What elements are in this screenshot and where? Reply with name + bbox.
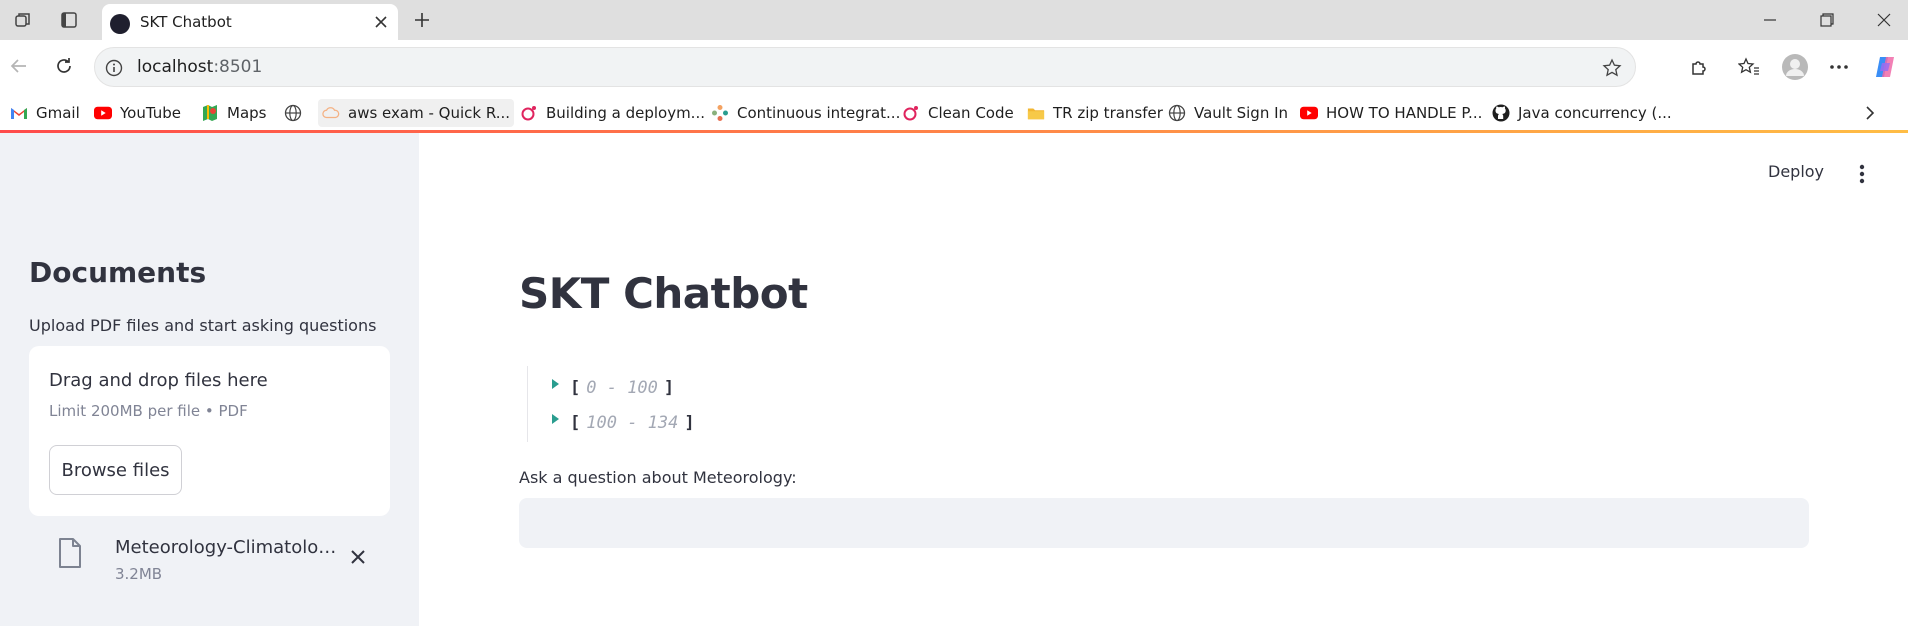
sidebar-title: Documents <box>29 256 207 289</box>
bracket-close: ] <box>663 378 675 398</box>
main-menu-icon[interactable] <box>1850 162 1874 186</box>
opera-icon <box>520 104 538 122</box>
question-label: Ask a question about Meteorology: <box>519 468 797 487</box>
bookmark-label: Building a deploym... <box>546 104 705 122</box>
maps-icon <box>201 104 219 122</box>
file-dropzone[interactable]: Drag and drop files here Limit 200MB per… <box>29 346 390 516</box>
bookmark-globe[interactable] <box>280 99 314 127</box>
github-icon <box>1492 104 1510 122</box>
close-tab-icon[interactable] <box>372 13 390 31</box>
copilot-icon[interactable] <box>1872 54 1898 80</box>
remove-file-icon[interactable] <box>347 546 369 568</box>
favorites-icon[interactable] <box>1736 54 1762 80</box>
bookmark-label: Continuous integrat... <box>737 104 901 122</box>
sidebar-subtitle: Upload PDF files and start asking questi… <box>29 316 377 335</box>
bookmark-label: YouTube <box>120 104 181 122</box>
bookmark-label: Gmail <box>36 104 80 122</box>
json-range-row[interactable]: [ 100 - 134 ] <box>552 411 695 435</box>
file-name: Meteorology-Climatology.pdf <box>115 537 341 558</box>
browser-tab-strip: SKT Chatbot <box>0 0 1908 40</box>
bracket-close: ] <box>684 413 695 433</box>
globe-icon <box>284 104 302 122</box>
json-viewer: [ 0 - 100 ] [ 100 - 134 ] <box>527 366 827 442</box>
tab-title: SKT Chatbot <box>140 13 232 31</box>
new-tab-icon[interactable] <box>410 8 434 32</box>
dropzone-title: Drag and drop files here <box>49 370 268 391</box>
streamlit-favicon-icon <box>110 14 130 34</box>
file-size: 3.2MB <box>115 565 163 583</box>
profile-avatar-icon[interactable] <box>1780 52 1810 82</box>
deploy-button[interactable]: Deploy <box>1768 162 1824 181</box>
extensions-icon[interactable] <box>1686 54 1712 80</box>
bookmark-label: Vault Sign In <box>1194 104 1289 122</box>
bookmark-java-concurrency[interactable]: Java concurrency (... <box>1488 99 1676 127</box>
bookmark-vault-sign-in[interactable]: Vault Sign In <box>1164 99 1292 127</box>
bookmarks-bar: Gmail YouTube Maps aws exam - Quick R...… <box>0 96 1908 130</box>
cloud-icon <box>322 104 340 122</box>
bookmark-gmail[interactable]: Gmail <box>6 99 84 127</box>
reload-icon[interactable] <box>51 53 77 79</box>
uploaded-file-item: Meteorology-Climatology.pdf 3.2MB <box>29 528 390 588</box>
bookmark-youtube[interactable]: YouTube <box>90 99 185 127</box>
gmail-icon <box>10 104 28 122</box>
minimize-icon[interactable] <box>1760 10 1780 30</box>
bookmark-clean-code[interactable]: Clean Code <box>898 99 1018 127</box>
bookmarks-overflow-chevron-icon[interactable] <box>1860 102 1880 124</box>
browse-files-button[interactable]: Browse files <box>49 445 182 495</box>
opera-icon <box>902 104 920 122</box>
expand-caret-icon[interactable] <box>552 414 559 424</box>
globe-icon <box>1168 104 1186 122</box>
close-window-icon[interactable] <box>1874 10 1894 30</box>
favorite-star-icon[interactable] <box>1601 57 1623 79</box>
bracket-open: [ <box>570 413 581 433</box>
bookmark-label: Maps <box>227 104 267 122</box>
file-icon <box>57 536 83 570</box>
bookmark-label: aws exam - Quick R... <box>348 104 511 122</box>
bookmark-label: Clean Code <box>928 104 1014 122</box>
folder-icon <box>1027 104 1045 122</box>
browser-toolbar: localhost:8501 <box>0 40 1908 96</box>
active-tab[interactable]: SKT Chatbot <box>102 4 398 40</box>
workspaces-icon[interactable] <box>10 8 36 32</box>
youtube-icon <box>94 104 112 122</box>
sidebar: Documents Upload PDF files and start ask… <box>0 133 419 626</box>
site-info-icon[interactable] <box>103 57 125 79</box>
gear-flower-icon <box>711 104 729 122</box>
bookmark-label: Java concurrency (... <box>1518 104 1672 122</box>
json-range-label: 0 - 100 <box>586 378 658 398</box>
bookmark-maps[interactable]: Maps <box>197 99 270 127</box>
back-icon[interactable] <box>6 53 32 79</box>
tab-actions-icon[interactable] <box>56 8 82 32</box>
json-range-row[interactable]: [ 0 - 100 ] <box>552 376 674 400</box>
url-text[interactable]: localhost:8501 <box>137 57 262 77</box>
youtube-icon <box>1300 104 1318 122</box>
question-input[interactable] <box>519 498 1809 548</box>
bookmark-aws-exam[interactable]: aws exam - Quick R... <box>318 99 515 127</box>
url-host: localhost <box>137 57 214 77</box>
settings-more-icon[interactable] <box>1826 54 1852 80</box>
bookmark-how-to-handle[interactable]: HOW TO HANDLE P... <box>1296 99 1486 127</box>
json-range-label: 100 - 134 <box>586 413 679 433</box>
page-title: SKT Chatbot <box>519 269 808 318</box>
address-bar[interactable]: localhost:8501 <box>94 47 1636 87</box>
expand-caret-icon[interactable] <box>552 379 559 389</box>
bookmark-continuous-integration[interactable]: Continuous integrat... <box>707 99 904 127</box>
dropzone-limit-text: Limit 200MB per file • PDF <box>49 402 248 420</box>
url-port: :8501 <box>213 57 263 77</box>
bookmark-label: HOW TO HANDLE P... <box>1326 104 1483 122</box>
bookmark-deployment[interactable]: Building a deploym... <box>516 99 709 127</box>
bracket-open: [ <box>570 378 581 398</box>
restore-icon[interactable] <box>1817 10 1837 30</box>
bookmark-label: TR zip transfer <box>1053 104 1163 122</box>
bookmark-tr-zip-transfer[interactable]: TR zip transfer <box>1023 99 1167 127</box>
